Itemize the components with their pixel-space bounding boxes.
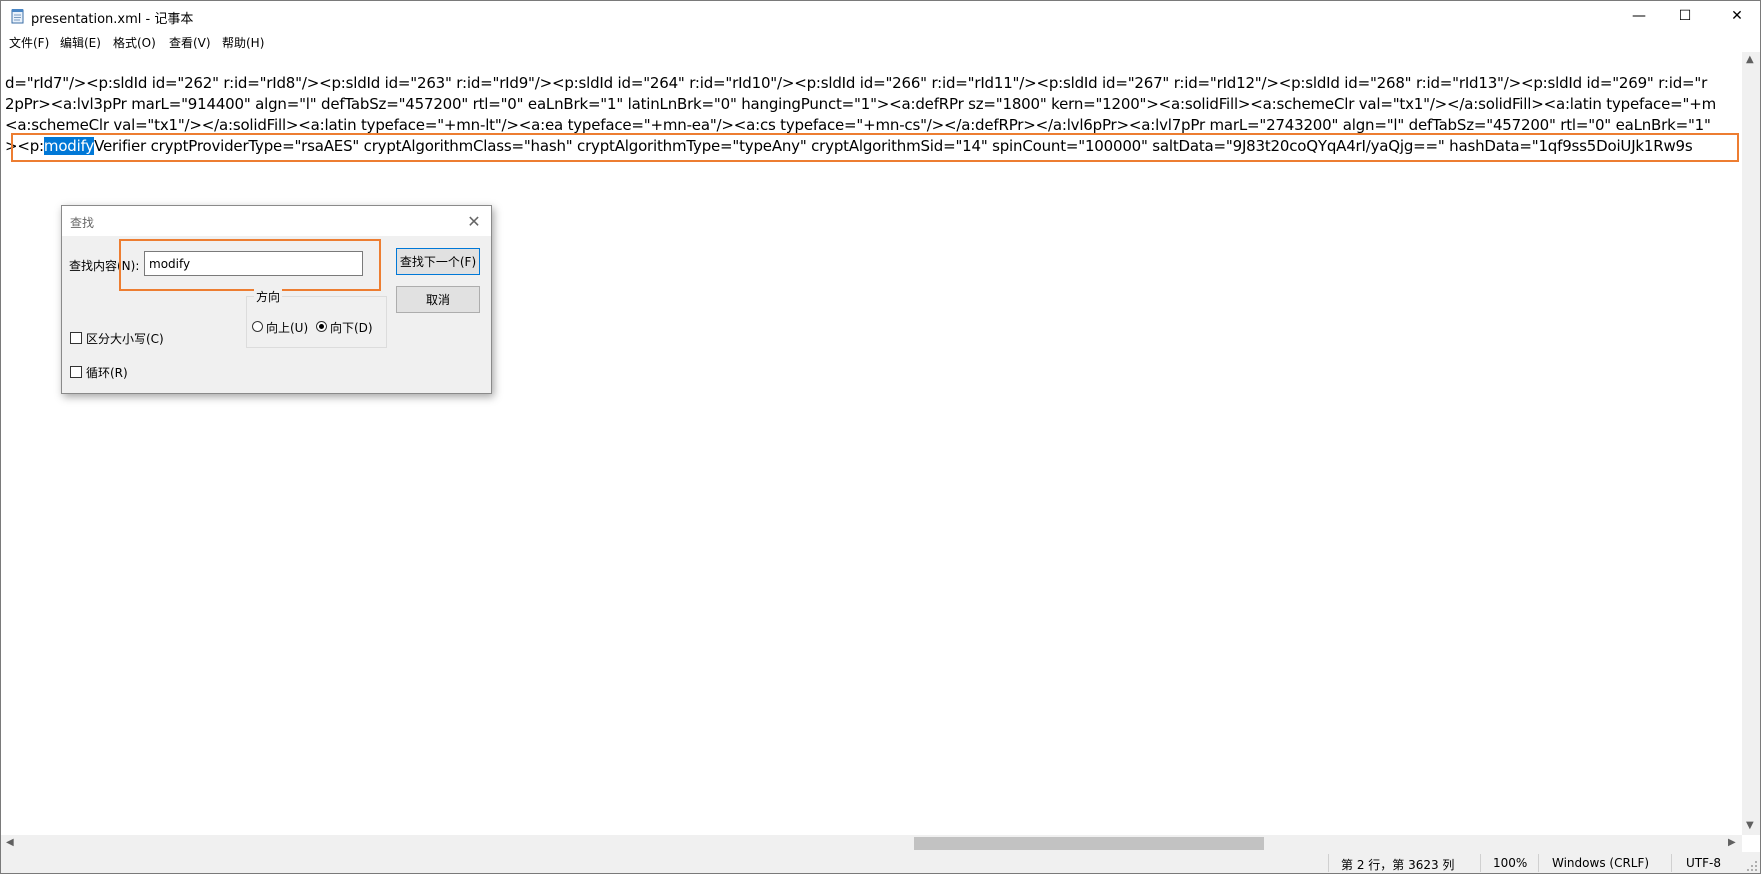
match-case-checkbox[interactable] (70, 332, 82, 344)
scroll-down-icon[interactable]: ▼ (1746, 820, 1754, 831)
scroll-up-icon[interactable]: ▲ (1746, 54, 1754, 65)
menu-edit[interactable]: 编辑(E) (60, 34, 101, 51)
wrap-around-label[interactable]: 循环(R) (86, 364, 128, 381)
menu-view[interactable]: 查看(V) (169, 34, 211, 51)
resize-grip-icon[interactable] (1746, 860, 1758, 872)
find-next-button[interactable]: 查找下一个(F) (396, 248, 480, 275)
match-case-label[interactable]: 区分大小写(C) (86, 330, 164, 347)
cursor-position: 第 2 行，第 3623 列 (1341, 858, 1455, 872)
notepad-icon (11, 9, 24, 24)
maximize-button[interactable]: ☐ (1662, 1, 1708, 31)
find-dialog-title: 查找 (70, 216, 95, 230)
title-bar: presentation.xml - 记事本 — ☐ ✕ (1, 1, 1760, 31)
window-title: presentation.xml - 记事本 (31, 12, 194, 27)
status-divider (1671, 854, 1672, 872)
wrap-around-checkbox[interactable] (70, 366, 82, 378)
editor-line-2: 2pPr><a:lvl3pPr marL="914400" algn="l" d… (5, 95, 1716, 113)
menu-file[interactable]: 文件(F) (9, 34, 49, 51)
status-divider (1328, 854, 1329, 872)
direction-group: 方向 向上(U) 向下(D) (246, 288, 387, 348)
cancel-button[interactable]: 取消 (396, 286, 480, 313)
scroll-right-icon[interactable]: ▶ (1728, 837, 1736, 848)
minimize-button[interactable]: — (1616, 1, 1662, 31)
status-bar: 第 2 行，第 3623 列 100% Windows (CRLF) UTF-8 (1, 852, 1760, 873)
horizontal-scrollbar[interactable]: ◀ ▶ (1, 835, 1742, 852)
editor-line-1: d="rId7"/><p:sldId id="262" r:id="rId8"/… (5, 74, 1708, 92)
close-button[interactable]: ✕ (1714, 1, 1760, 31)
direction-label: 方向 (254, 288, 283, 305)
scroll-left-icon[interactable]: ◀ (6, 837, 14, 848)
annotation-box-line (11, 133, 1739, 162)
annotation-box-input (119, 239, 381, 291)
editor-line-3: <a:schemeClr val="tx1"/></a:solidFill><a… (5, 116, 1711, 134)
menu-help[interactable]: 帮助(H) (222, 34, 264, 51)
vertical-scrollbar[interactable]: ▲ ▼ (1742, 52, 1760, 835)
find-dialog-titlebar[interactable]: 查找 ✕ (62, 206, 491, 236)
direction-up-label[interactable]: 向上(U) (266, 319, 308, 336)
close-icon: ✕ (1731, 8, 1743, 24)
minimize-icon: — (1632, 8, 1646, 24)
direction-down-label[interactable]: 向下(D) (330, 319, 373, 336)
line-ending: Windows (CRLF) (1552, 856, 1650, 870)
status-divider (1480, 854, 1481, 872)
direction-down-radio[interactable] (316, 321, 327, 332)
maximize-icon: ☐ (1678, 8, 1692, 24)
zoom-level: 100% (1493, 856, 1528, 870)
find-dialog-close-button[interactable]: ✕ (463, 210, 485, 232)
status-divider (1538, 854, 1539, 872)
notepad-window: presentation.xml - 记事本 — ☐ ✕ 文件(F) 编辑(E)… (0, 0, 1761, 874)
find-dialog: 查找 ✕ 查找内容(N): 查找下一个(F) 取消 方向 向上(U) 向下(D)… (61, 205, 492, 394)
direction-up-radio[interactable] (252, 321, 263, 332)
menu-format[interactable]: 格式(O) (113, 34, 156, 51)
text-editor[interactable]: d="rId7"/><p:sldId id="262" r:id="rId8"/… (1, 52, 1741, 835)
menu-bar: 文件(F) 编辑(E) 格式(O) 查看(V) 帮助(H) (1, 31, 1760, 51)
horizontal-scroll-thumb[interactable] (914, 837, 1264, 850)
encoding: UTF-8 (1686, 856, 1721, 870)
close-icon: ✕ (467, 211, 481, 231)
